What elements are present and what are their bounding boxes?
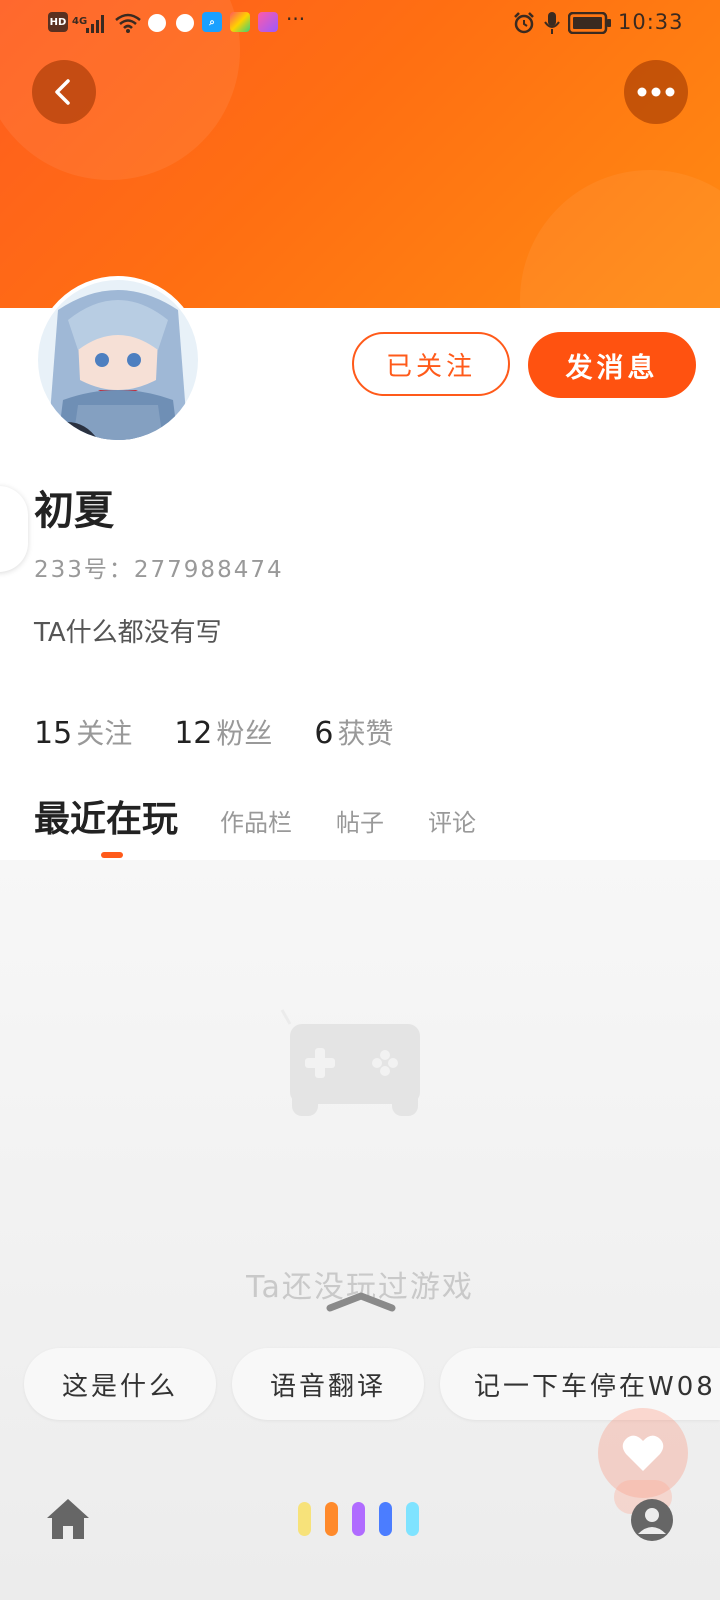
avatar[interactable] [34, 276, 202, 444]
back-button[interactable] [32, 60, 96, 124]
avatar-image [38, 280, 198, 440]
battery-icon [568, 12, 611, 34]
stat-likes: 6 获赞 [314, 712, 393, 752]
app-notification-icon [148, 14, 166, 32]
app-notification-icon [258, 12, 278, 32]
tab-posts[interactable]: 帖子 [336, 803, 384, 838]
stat-followers[interactable]: 12 粉丝 [174, 712, 272, 752]
hd-icon: HD [48, 12, 68, 32]
assistant-suggestion-chip[interactable]: 记一下车停在W08 [440, 1348, 720, 1420]
stat-label: 获赞 [337, 717, 394, 750]
more-horizontal-icon [637, 87, 675, 97]
tab-works[interactable]: 作品栏 [220, 803, 292, 838]
user-bio: TA什么都没有写 [34, 618, 222, 648]
more-options-button[interactable] [624, 60, 688, 124]
profile-header-banner [0, 0, 720, 308]
user-id: 233号：277988474 [34, 557, 284, 583]
voice-wave-dot [325, 1502, 338, 1536]
chevron-up-icon[interactable] [326, 1290, 396, 1312]
profile-stats: 15 关注 12 粉丝 6 获赞 [34, 712, 436, 752]
stat-number: 6 [314, 716, 334, 751]
chevron-left-icon [55, 79, 70, 105]
search-app-icon: ⌕ [202, 12, 222, 32]
gamepad-icon [280, 1009, 420, 1116]
user-name: 初夏 [34, 488, 114, 534]
stat-label: 粉丝 [216, 717, 273, 750]
app-notification-icon [230, 12, 250, 32]
stat-label: 关注 [76, 717, 133, 750]
send-message-button[interactable]: 发消息 [528, 332, 696, 398]
voice-wave-dot [406, 1502, 419, 1536]
home-icon[interactable] [44, 1496, 92, 1542]
user-icon[interactable] [630, 1498, 674, 1542]
wifi-icon [115, 13, 141, 33]
tab-recently-played[interactable]: 最近在玩 [34, 790, 178, 842]
voice-wave-dot [298, 1502, 311, 1536]
status-bar: HD 4G ⌕ ··· 10:33 [0, 0, 720, 46]
more-notifications-icon: ··· [286, 7, 306, 31]
profile-tabs: 最近在玩 作品栏 帖子 评论 [34, 790, 520, 842]
stat-following[interactable]: 15 关注 [34, 712, 132, 752]
app-notification-icon [176, 14, 194, 32]
alarm-icon [514, 12, 534, 34]
tab-indicator [101, 852, 123, 858]
floating-side-handle[interactable] [0, 486, 28, 572]
tab-comments[interactable]: 评论 [428, 803, 476, 838]
assistant-suggestion-chip[interactable]: 这是什么 [24, 1348, 216, 1420]
signal-icon [86, 15, 104, 33]
heart-icon [622, 1435, 664, 1471]
microphone-icon [544, 12, 560, 34]
assistant-suggestion-chip[interactable]: 语音翻译 [232, 1348, 424, 1420]
voice-wave-dot [379, 1502, 392, 1536]
followed-button[interactable]: 已关注 [352, 332, 510, 396]
clock: 10:33 [618, 10, 684, 34]
header-decoration [520, 170, 720, 308]
stat-number: 15 [34, 716, 73, 751]
voice-wave-dot [352, 1502, 365, 1536]
stat-number: 12 [174, 716, 213, 751]
